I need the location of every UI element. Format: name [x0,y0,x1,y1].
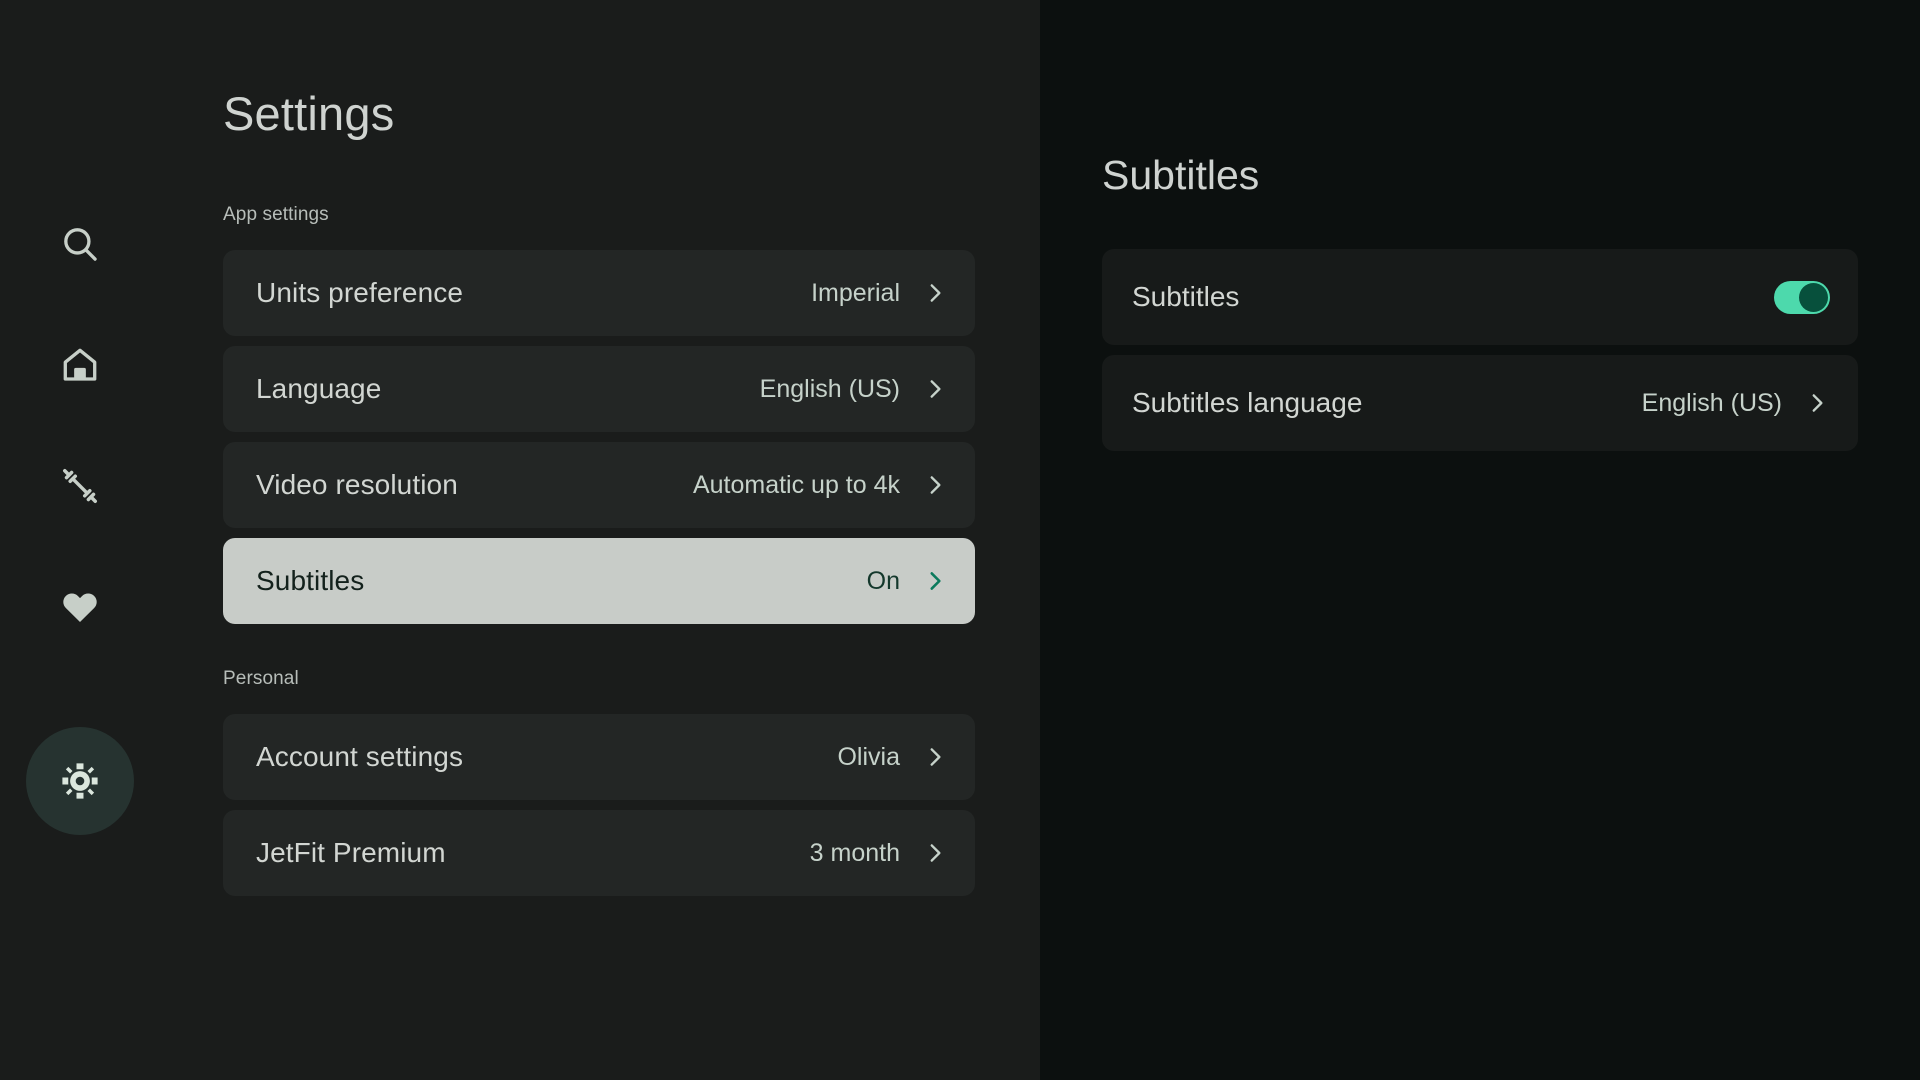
chevron-right-icon [922,280,948,306]
sidebar-item-settings[interactable] [26,727,134,835]
row-label: JetFit Premium [256,837,446,868]
detail-title: Subtitles [1102,152,1260,198]
sidebar-item-search[interactable] [26,190,134,298]
settings-pane: Settings App settings Units preference I… [0,0,1040,1080]
row-value: Automatic up to 4k [692,470,900,499]
row-label: Video resolution [256,469,458,500]
personal-settings-list: Account settings Olivia JetFit Premium 3… [223,714,983,896]
row-label: Account settings [256,741,464,772]
app-settings-list: Units preference Imperial Language Engli… [223,250,983,624]
gear-icon [58,759,102,803]
toggle-knob [1799,282,1828,312]
home-icon [59,344,101,386]
chevron-right-icon [922,568,948,594]
detail-pane: Subtitles Subtitles Subtitles language E… [1040,0,1920,1080]
dumbbell-icon [59,465,101,507]
chevron-right-icon [922,744,948,770]
chevron-right-icon [922,840,948,866]
detail-content: Subtitles Subtitles Subtitles language E… [1102,0,1858,451]
chevron-right-icon [1804,390,1830,416]
detail-row-subtitles-language[interactable]: Subtitles language English (US) [1102,355,1858,451]
row-label: Language [256,373,382,404]
row-value: On [866,566,900,595]
sidebar-item-home[interactable] [26,311,134,419]
section-label-personal: Personal [223,668,299,689]
row-label: Subtitles [256,565,365,596]
settings-screen: Settings App settings Units preference I… [0,0,1920,1080]
search-icon [59,223,101,265]
chevron-right-icon [922,472,948,498]
detail-rows: Subtitles Subtitles language English (US… [1102,249,1858,451]
setting-row-jetfit-premium[interactable]: JetFit Premium 3 month [223,810,975,896]
sidebar-nav [0,0,160,1080]
sidebar-item-favorites[interactable] [26,553,134,661]
setting-row-video-resolution[interactable]: Video resolution Automatic up to 4k [223,442,975,528]
heart-icon [59,586,101,628]
setting-row-units-preference[interactable]: Units preference Imperial [223,250,975,336]
section-label-app-settings: App settings [223,204,329,225]
setting-row-subtitles[interactable]: Subtitles On [223,538,975,624]
row-value: English (US) [759,374,900,403]
row-label: Subtitles language [1132,387,1363,418]
row-value: Olivia [837,742,900,771]
sidebar-item-workouts[interactable] [26,432,134,540]
chevron-right-icon [922,376,948,402]
row-value: Imperial [811,278,900,307]
page-title: Settings [223,87,395,140]
row-value: 3 month [809,838,900,867]
setting-row-account-settings[interactable]: Account settings Olivia [223,714,975,800]
setting-row-language[interactable]: Language English (US) [223,346,975,432]
detail-row-subtitles[interactable]: Subtitles [1102,249,1858,345]
subtitles-toggle[interactable] [1774,280,1830,314]
row-label: Subtitles [1132,281,1240,312]
row-label: Units preference [256,277,464,308]
row-value: English (US) [1641,388,1782,417]
settings-content: Settings App settings Units preference I… [223,0,983,896]
